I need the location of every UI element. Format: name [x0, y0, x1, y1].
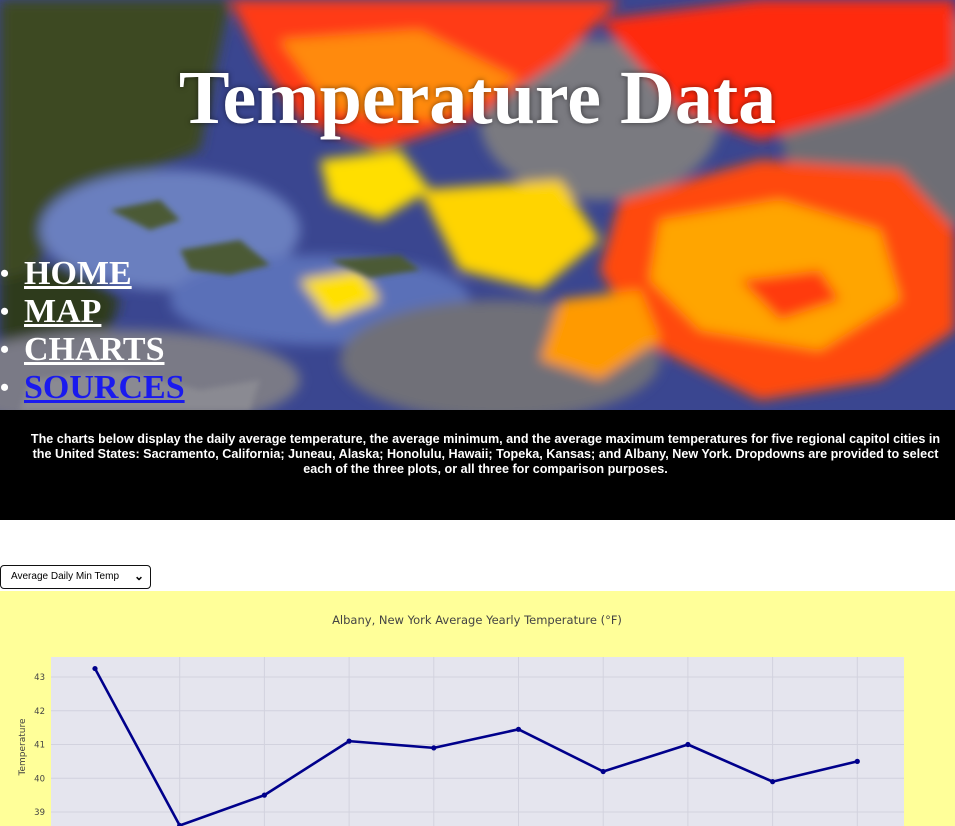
- data-point[interactable]: [515, 726, 522, 732]
- y-tick-label: 42: [34, 707, 45, 717]
- bullet-icon: •: [0, 335, 10, 364]
- main-nav: • HOME • MAP • CHARTS • SOURCES: [0, 255, 185, 407]
- bullet-icon: •: [0, 373, 10, 402]
- data-point[interactable]: [600, 768, 606, 775]
- nav-item-home: • HOME: [0, 255, 185, 293]
- nav-link-charts[interactable]: CHARTS: [24, 331, 165, 368]
- y-tick-label: 43: [34, 673, 45, 683]
- y-tick-label: 39: [34, 808, 45, 818]
- data-point[interactable]: [685, 741, 691, 748]
- nav-link-home[interactable]: HOME: [24, 255, 132, 292]
- chart-panel: Albany, New York Average Yearly Temperat…: [0, 591, 955, 826]
- data-point[interactable]: [346, 738, 352, 744]
- bullet-icon: •: [0, 259, 10, 288]
- data-point[interactable]: [431, 745, 437, 751]
- page-title: Temperature Data: [178, 56, 777, 140]
- description-text: The charts below display the daily avera…: [30, 432, 941, 476]
- bullet-icon: •: [0, 297, 10, 326]
- nav-item-map: • MAP: [0, 293, 185, 331]
- chart-title: Albany, New York Average Yearly Temperat…: [332, 613, 622, 627]
- y-axis-label: Temperature: [18, 718, 28, 776]
- nav-link-sources[interactable]: SOURCES: [24, 369, 185, 406]
- y-tick-label: 41: [34, 741, 45, 751]
- data-point[interactable]: [854, 758, 860, 764]
- hero-banner: Temperature Data • HOME • MAP • CHARTS •…: [0, 0, 955, 410]
- plot-area: [51, 657, 904, 826]
- chevron-down-icon: ⌄: [133, 569, 144, 583]
- y-tick-label: 40: [34, 774, 45, 784]
- plot-select-dropdown[interactable]: Average Daily Min Temp ⌄: [0, 565, 151, 589]
- nav-link-map[interactable]: MAP: [24, 293, 101, 330]
- description-band: The charts below display the daily avera…: [0, 410, 955, 520]
- nav-item-charts: • CHARTS: [0, 331, 185, 369]
- data-point[interactable]: [261, 792, 267, 798]
- data-point[interactable]: [92, 665, 98, 672]
- dropdown-selected-value: Average Daily Min Temp: [11, 571, 120, 582]
- temperature-line-chart: Albany, New York Average Yearly Temperat…: [18, 613, 904, 826]
- data-point[interactable]: [770, 779, 776, 785]
- nav-item-sources: • SOURCES: [0, 369, 185, 407]
